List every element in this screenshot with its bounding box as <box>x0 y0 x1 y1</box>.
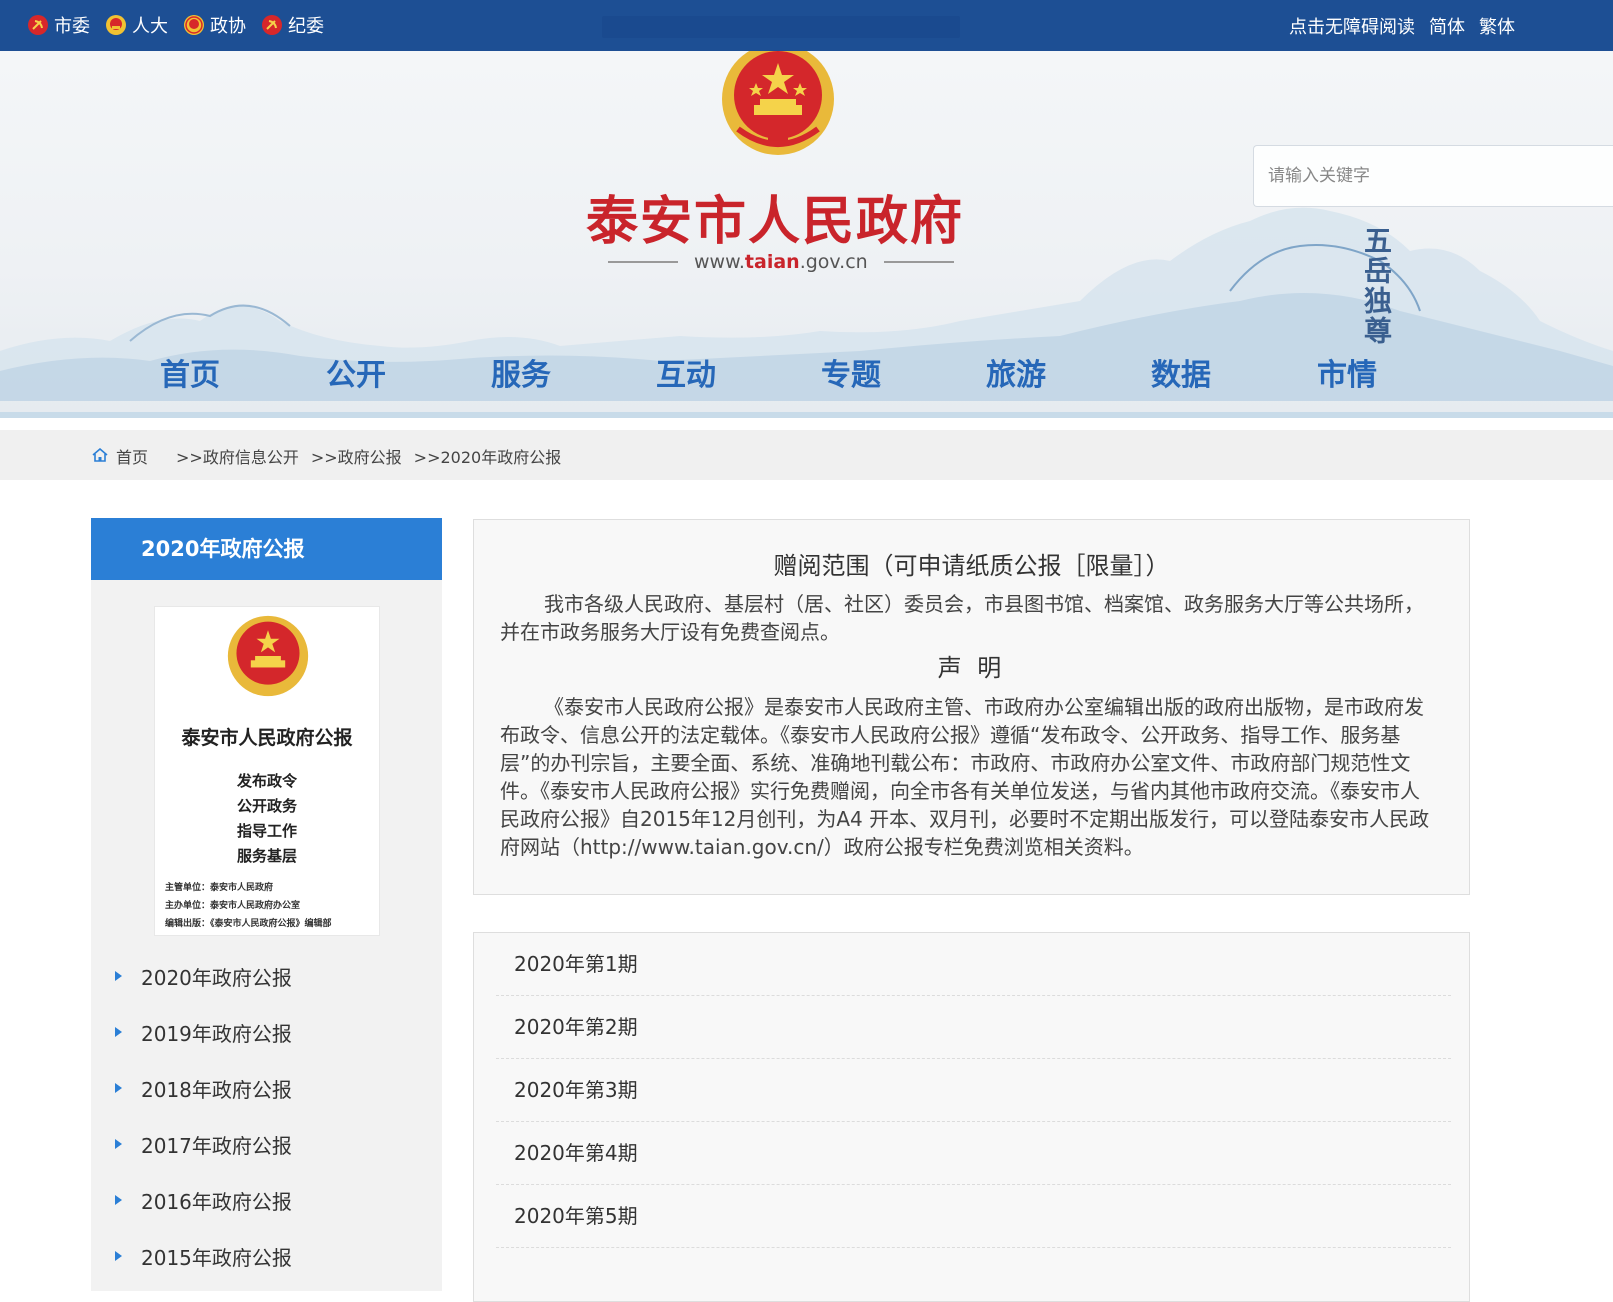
issue-link[interactable]: 2020年第1期 <box>496 933 1451 996</box>
issue-link[interactable]: 2020年第4期 <box>496 1122 1451 1185</box>
sidebar-item-label: 2020年政府公报 <box>141 965 292 990</box>
cover-meta-line: 编辑出版：《泰安市人民政府公报》编辑部 <box>165 919 332 929</box>
triangle-right-icon <box>115 1251 122 1261</box>
issue-link[interactable]: 2020年第3期 <box>496 1059 1451 1122</box>
cover-meta-line: 主办单位：泰安市人民政府办公室 <box>165 901 301 911</box>
triangle-right-icon <box>115 971 122 981</box>
cppcc-emblem-icon <box>182 13 206 37</box>
national-emblem-icon <box>227 615 309 697</box>
simplified-chinese-link[interactable]: 简体 <box>1429 13 1465 39</box>
calligraphy-text: 五岳独尊 <box>1360 226 1393 346</box>
top-link-renda[interactable]: 人大 <box>104 12 168 38</box>
top-link-jiwei[interactable]: 纪委 <box>260 12 324 38</box>
breadcrumb-item[interactable]: >>政府公报 <box>311 444 402 468</box>
sidebar: 2020年政府公报 泰安市人民政府公报 发布政令 公开政务 指导工作 服务基层 … <box>91 518 442 1291</box>
sidebar-title: 2020年政府公报 <box>91 518 442 580</box>
top-bar: 市委 人大 政协 纪委 点击无障碍阅读 简体 繁体 <box>0 0 1613 51</box>
gazette-cover-image: 泰安市人民政府公报 发布政令 公开政务 指导工作 服务基层 主管单位：泰安市人民… <box>154 606 380 936</box>
sidebar-item-label: 2016年政府公报 <box>141 1189 292 1214</box>
sidebar-item-label: 2018年政府公报 <box>141 1077 292 1102</box>
top-link-shiwei[interactable]: 市委 <box>26 12 90 38</box>
cover-slogans: 发布政令 公开政务 指导工作 服务基层 <box>155 769 379 869</box>
top-bar-decoration <box>602 16 960 38</box>
triangle-right-icon <box>115 1027 122 1037</box>
top-link-label: 人大 <box>132 16 168 37</box>
nav-item-tourism[interactable]: 旅游 <box>986 350 1046 394</box>
national-emblem-icon <box>722 51 834 155</box>
issue-link[interactable]: 2020年第5期 <box>496 1185 1451 1248</box>
site-url-prefix: www. <box>694 251 745 273</box>
site-url-domain: taian <box>744 251 800 273</box>
breadcrumb-item[interactable]: >>政府信息公开 <box>176 444 299 468</box>
divider <box>608 261 678 263</box>
sidebar-list: 2020年政府公报 2019年政府公报 2018年政府公报 2017年政府公报 … <box>91 948 442 1284</box>
site-url-text: www.taian.gov.cn <box>694 251 868 273</box>
sidebar-item-2019[interactable]: 2019年政府公报 <box>91 1004 442 1060</box>
top-links: 市委 人大 政协 纪委 <box>26 12 324 38</box>
sidebar-item-2017[interactable]: 2017年政府公报 <box>91 1116 442 1172</box>
breadcrumb-inner: 首页 >>政府信息公开 >>政府公报 >>2020年政府公报 <box>92 444 561 468</box>
nav-item-open[interactable]: 公开 <box>326 350 386 394</box>
sidebar-item-label: 2019年政府公报 <box>141 1021 292 1046</box>
nav-item-interaction[interactable]: 互动 <box>656 350 716 394</box>
top-right-links: 点击无障碍阅读 简体 繁体 <box>1289 13 1515 39</box>
sidebar-item-label: 2017年政府公报 <box>141 1133 292 1158</box>
triangle-right-icon <box>115 1139 122 1149</box>
cover-slogan: 指导工作 <box>236 822 297 840</box>
site-url-suffix: .gov.cn <box>799 251 868 273</box>
notice-heading-statement: 声 明 <box>937 654 1006 682</box>
cover-slogan: 公开政务 <box>236 797 297 815</box>
divider <box>883 261 954 263</box>
nav-item-city-info[interactable]: 市情 <box>1317 350 1377 394</box>
breadcrumb-item[interactable]: >>2020年政府公报 <box>414 444 562 468</box>
traditional-chinese-link[interactable]: 繁体 <box>1479 13 1515 39</box>
sidebar-item-2015[interactable]: 2015年政府公报 <box>91 1228 442 1284</box>
site-header: 泰安市人民政府 www.taian.gov.cn 五岳独尊 首页 公开 服务 互… <box>0 51 1613 413</box>
cover-title: 泰安市人民政府公报 <box>181 727 353 749</box>
home-icon <box>92 447 108 466</box>
cover-slogan: 发布政令 <box>236 772 297 790</box>
notice-paragraph-distribution: 我市各级人民政府、基层村（居、社区）委员会，市县图书馆、档案馆、政务服务大厅等公… <box>500 592 1424 644</box>
issue-list: 2020年第1期 2020年第2期 2020年第3期 2020年第4期 2020… <box>473 932 1470 1302</box>
nav-item-service[interactable]: 服务 <box>491 350 551 394</box>
search-input[interactable] <box>1254 146 1613 206</box>
nav-item-data[interactable]: 数据 <box>1151 350 1211 394</box>
sidebar-item-2018[interactable]: 2018年政府公报 <box>91 1060 442 1116</box>
cover-meta: 主管单位：泰安市人民政府 主办单位：泰安市人民政府办公室 编辑出版：《泰安市人民… <box>165 879 332 933</box>
sidebar-item-2016[interactable]: 2016年政府公报 <box>91 1172 442 1228</box>
notice-heading-distribution: 赠阅范围（可申请纸质公报［限量］） <box>773 552 1170 580</box>
national-emblem-icon <box>104 13 128 37</box>
issue-link[interactable]: 2020年第2期 <box>496 996 1451 1059</box>
sidebar-item-label: 2015年政府公报 <box>141 1245 292 1270</box>
notice-panel: 赠阅范围（可申请纸质公报［限量］） 我市各级人民政府、基层村（居、社区）委员会，… <box>473 519 1470 895</box>
notice-paragraph-statement: 《泰安市人民政府公报》是泰安市人民政府主管、市政府办公室编辑出版的政府出版物，是… <box>500 695 1430 859</box>
cover-meta-line: 主管单位：泰安市人民政府 <box>165 883 274 893</box>
party-emblem-icon <box>26 13 50 37</box>
header-divider <box>0 412 1613 418</box>
main-nav: 首页 公开 服务 互动 专题 旅游 数据 市情 <box>0 350 1613 400</box>
triangle-right-icon <box>115 1195 122 1205</box>
triangle-right-icon <box>115 1083 122 1093</box>
nav-item-home[interactable]: 首页 <box>160 350 220 394</box>
site-url: www.taian.gov.cn <box>608 251 954 273</box>
cover-slogan: 服务基层 <box>236 847 297 865</box>
top-link-zhengxie[interactable]: 政协 <box>182 12 246 38</box>
search-box <box>1253 145 1613 207</box>
sidebar-item-2020[interactable]: 2020年政府公报 <box>91 948 442 1004</box>
party-emblem-icon <box>260 13 284 37</box>
nav-item-topics[interactable]: 专题 <box>821 350 881 394</box>
breadcrumb: 首页 >>政府信息公开 >>政府公报 >>2020年政府公报 <box>0 430 1613 480</box>
top-link-label: 政协 <box>210 16 246 37</box>
top-link-label: 市委 <box>54 16 90 37</box>
breadcrumb-home[interactable]: 首页 <box>116 444 148 468</box>
site-title: 泰安市人民政府 <box>586 191 965 252</box>
top-link-label: 纪委 <box>288 16 324 37</box>
accessibility-link[interactable]: 点击无障碍阅读 <box>1289 13 1415 39</box>
